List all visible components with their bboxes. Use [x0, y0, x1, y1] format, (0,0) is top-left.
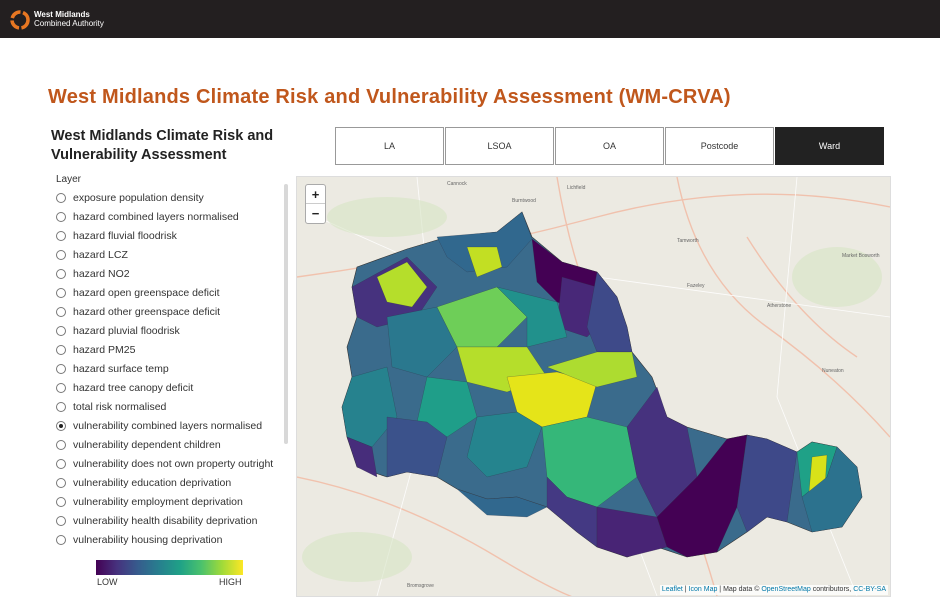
layer-label: Layer — [56, 174, 82, 185]
layer-option[interactable]: vulnerability does not own property outr… — [56, 454, 288, 473]
geography-tabs: LA LSOA OA Postcode Ward — [335, 127, 885, 165]
layer-option-label: vulnerability housing deprivation — [73, 533, 223, 546]
layer-option-label: vulnerability combined layers normalised — [73, 419, 263, 432]
map-label-fazeley: Fazeley — [687, 283, 705, 289]
map-attribution: Leaflet | Icon Map | Map data © OpenStre… — [659, 585, 888, 595]
zoom-in-button[interactable]: + — [306, 185, 325, 204]
map-label-nuneaton: Nuneaton — [822, 368, 844, 374]
layer-list-scrollbar[interactable] — [284, 184, 288, 444]
layer-option-label: hazard LCZ — [73, 248, 128, 261]
layer-option-label: exposure population density — [73, 191, 204, 204]
layer-option-label: vulnerability dependent children — [73, 438, 221, 451]
zoom-out-button[interactable]: − — [306, 204, 325, 223]
radio-button[interactable] — [56, 458, 66, 469]
contributors-text: contributors, — [812, 586, 852, 593]
layer-option-label: hazard surface temp — [73, 362, 169, 375]
layer-option-label: vulnerability employment deprivation — [73, 495, 243, 508]
layer-option-label: total risk normalised — [73, 400, 167, 413]
radio-button[interactable] — [56, 496, 66, 507]
map-data-text: Map data © — [723, 586, 760, 593]
radio-button[interactable] — [56, 439, 66, 450]
layer-option[interactable]: vulnerability education deprivation — [56, 473, 288, 492]
layer-option[interactable]: hazard pluvial floodrisk — [56, 321, 288, 340]
layer-option[interactable]: hazard surface temp — [56, 359, 288, 378]
radio-button[interactable] — [56, 268, 66, 279]
layer-option[interactable]: exposure population density — [56, 188, 288, 207]
layer-option-label: hazard PM25 — [73, 343, 136, 356]
radio-button[interactable] — [56, 287, 66, 298]
map-label-tamworth: Tamworth — [677, 238, 699, 244]
layer-option[interactable]: vulnerability employment deprivation — [56, 492, 288, 511]
layer-option[interactable]: hazard LCZ — [56, 245, 288, 264]
layer-option[interactable]: hazard combined layers normalised — [56, 207, 288, 226]
radio-button[interactable] — [56, 515, 66, 526]
tab-lsoa[interactable]: LSOA — [445, 127, 554, 165]
layer-option-label: vulnerability does not own property outr… — [73, 457, 274, 470]
layer-option-label: hazard combined layers normalised — [73, 210, 239, 223]
map-label-cannock: Cannock — [447, 181, 467, 187]
radio-button[interactable] — [56, 306, 66, 317]
radio-button[interactable] — [56, 325, 66, 336]
map-label-burntwood: Burntwood — [512, 198, 536, 204]
layer-option[interactable]: vulnerability dependent children — [56, 435, 288, 454]
tab-oa[interactable]: OA — [555, 127, 664, 165]
layer-option[interactable]: hazard tree canopy deficit — [56, 378, 288, 397]
radio-button[interactable] — [56, 363, 66, 374]
layer-option-label: hazard pluvial floodrisk — [73, 324, 180, 337]
layer-option[interactable]: hazard other greenspace deficit — [56, 302, 288, 321]
page-title: West Midlands Climate Risk and Vulnerabi… — [48, 86, 731, 108]
layer-option[interactable]: hazard PM25 — [56, 340, 288, 359]
radio-button[interactable] — [56, 344, 66, 355]
radio-button[interactable] — [56, 401, 66, 412]
layer-option[interactable]: vulnerability health disability deprivat… — [56, 511, 288, 530]
layer-option[interactable]: hazard NO2 — [56, 264, 288, 283]
layer-option[interactable]: total risk normalised — [56, 397, 288, 416]
layer-option-label: hazard NO2 — [73, 267, 130, 280]
tab-ward[interactable]: Ward — [775, 127, 884, 165]
layer-option[interactable]: vulnerability combined layers normalised — [56, 416, 288, 435]
radio-button[interactable] — [56, 211, 66, 222]
map-label-lichfield: Lichfield — [567, 185, 586, 191]
layer-option-label: vulnerability health disability deprivat… — [73, 514, 258, 527]
map-label-market-bosworth: Market Bosworth — [842, 253, 880, 259]
radio-button[interactable] — [56, 420, 66, 431]
layer-option[interactable]: hazard open greenspace deficit — [56, 283, 288, 302]
license-link[interactable]: CC-BY-SA — [853, 586, 886, 593]
tab-la[interactable]: LA — [335, 127, 444, 165]
radio-button[interactable] — [56, 249, 66, 260]
osm-link[interactable]: OpenStreetMap — [761, 586, 810, 593]
map-label-atherstone: Atherstone — [767, 303, 791, 309]
wmca-logo-icon — [10, 10, 30, 30]
radio-button[interactable] — [56, 477, 66, 488]
icon-map-link[interactable]: Icon Map — [689, 586, 718, 593]
panel-title: West Midlands Climate Risk and Vulnerabi… — [51, 128, 274, 163]
map-label-bromsgrove: Bromsgrove — [407, 583, 434, 589]
radio-button[interactable] — [56, 230, 66, 241]
radio-button[interactable] — [56, 192, 66, 203]
legend-high-label: HIGH — [219, 577, 242, 587]
layer-option[interactable]: hazard fluvial floodrisk — [56, 226, 288, 245]
layer-option-label: hazard open greenspace deficit — [73, 286, 220, 299]
radio-button[interactable] — [56, 534, 66, 545]
legend-low-label: LOW — [97, 577, 118, 587]
layer-option-label: hazard fluvial floodrisk — [73, 229, 177, 242]
layer-radio-list: exposure population density hazard combin… — [56, 188, 288, 548]
layer-option-label: hazard tree canopy deficit — [73, 381, 194, 394]
choropleth-map[interactable]: Cannock Burntwood Lichfield Tamworth Faz… — [296, 176, 891, 597]
org-name: West Midlands Combined Authority — [34, 10, 104, 28]
layer-option-label: hazard other greenspace deficit — [73, 305, 221, 318]
org-name-line1: West Midlands — [34, 10, 90, 19]
org-name-line2: Combined Authority — [34, 19, 104, 28]
radio-button[interactable] — [56, 382, 66, 393]
color-legend-bar — [96, 560, 243, 575]
layer-option[interactable]: vulnerability housing deprivation — [56, 530, 288, 548]
tab-postcode[interactable]: Postcode — [665, 127, 774, 165]
top-header-bar: West Midlands Combined Authority — [0, 0, 940, 38]
leaflet-link[interactable]: Leaflet — [662, 586, 683, 593]
map-canvas: Cannock Burntwood Lichfield Tamworth Faz… — [297, 177, 890, 596]
map-zoom-control: + − — [305, 184, 326, 224]
layer-option-label: vulnerability education deprivation — [73, 476, 232, 489]
